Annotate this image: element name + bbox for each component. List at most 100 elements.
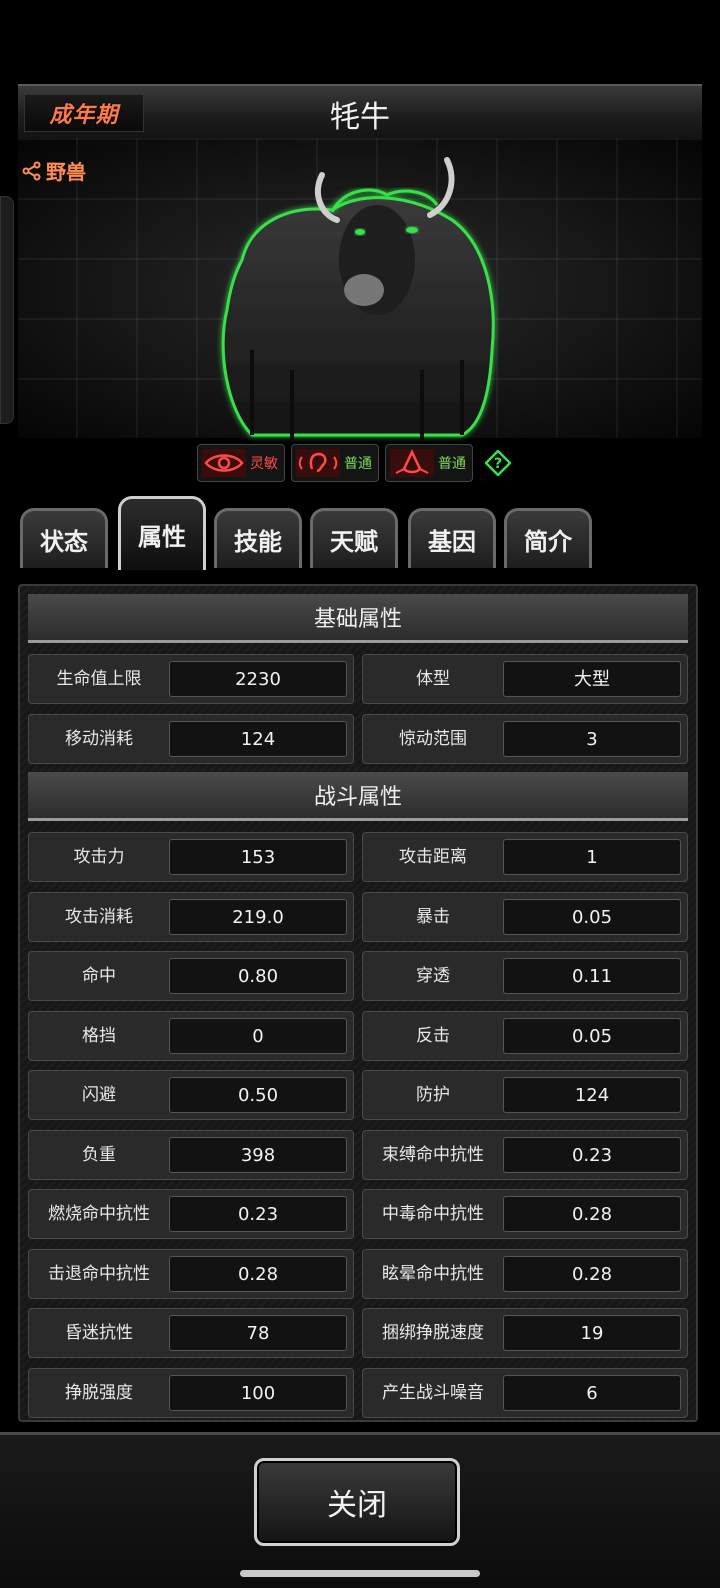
attribute-row: 攻击消耗 219.0 暴击 0.05 [28,891,688,942]
side-drawer-handle[interactable] [0,196,14,424]
sense-sight[interactable]: 灵敏 [197,444,285,482]
section-combat-attributes: 战斗属性 [28,772,688,821]
attribute-label: 产生战斗噪音 [382,1382,484,1403]
attribute-row: 燃烧命中抗性 0.23 中毒命中抗性 0.28 [28,1189,688,1239]
attribute-label: 束缚命中抗性 [382,1144,484,1165]
attribute-label: 昏迷抗性 [65,1323,133,1343]
eye-icon [202,449,246,477]
attribute-row: 攻击力 153 攻击距离 1 [28,832,688,882]
attribute-value: 3 [503,720,681,757]
attribute-label: 攻击力 [73,847,125,867]
attribute-cell: 负重 398 [28,1129,354,1180]
attribute-label: 攻击消耗 [65,906,133,927]
sense-hearing-label: 普通 [344,456,372,472]
question-icon[interactable]: ? [485,450,511,476]
attribute-row: 生命值上限 2230 体型 大型 [28,654,688,704]
attribute-value: 0.28 [503,1255,681,1292]
attribute-cell: 命中 0.80 [28,951,354,1001]
creature-category[interactable]: 野兽 [22,156,86,185]
attribute-value: 2230 [169,661,347,697]
sense-sight-label: 灵敏 [250,456,278,472]
attribute-value: 6 [503,1374,681,1411]
attribute-cell: 反击 0.05 [362,1010,688,1061]
tab-attributes[interactable]: 属性 [118,496,206,570]
attribute-cell: 捆绑挣脱速度 19 [362,1308,688,1358]
attribute-cell: 束缚命中抗性 0.23 [362,1129,688,1180]
attribute-cell: 移动消耗 124 [28,713,354,764]
attribute-row: 负重 398 束缚命中抗性 0.23 [28,1129,688,1180]
attribute-label: 体型 [416,669,450,689]
sense-smell[interactable]: 普通 [385,444,473,482]
attribute-cell: 击退命中抗性 0.28 [28,1248,354,1299]
tab-skills[interactable]: 技能 [214,508,302,568]
attribute-label: 命中 [82,966,116,986]
attribute-cell: 昏迷抗性 78 [28,1308,354,1358]
attribute-cell: 体型 大型 [362,654,688,704]
attribute-value: 0.05 [503,898,681,935]
attribute-label: 中毒命中抗性 [382,1204,484,1224]
attribute-label: 移动消耗 [65,728,133,749]
senses-bar: 灵敏 普通 普通 ? [197,444,511,482]
attribute-label: 穿透 [416,966,450,986]
attribute-label: 捆绑挣脱速度 [382,1323,484,1343]
attribute-label: 击退命中抗性 [48,1263,150,1284]
attribute-label: 暴击 [416,906,450,927]
tab-status[interactable]: 状态 [20,508,108,568]
attribute-value: 219.0 [169,898,347,935]
attribute-label: 惊动范围 [399,728,467,749]
attribute-cell: 暴击 0.05 [362,891,688,942]
attribute-label: 防护 [416,1085,450,1105]
home-indicator[interactable] [240,1570,480,1577]
attribute-row: 挣脱强度 100 产生战斗噪音 6 [28,1367,688,1418]
attribute-value: 0.11 [503,958,681,994]
attribute-value: 153 [169,839,347,875]
sense-smell-label: 普通 [438,456,466,472]
attribute-row: 击退命中抗性 0.28 眩晕命中抗性 0.28 [28,1248,688,1299]
attribute-value: 398 [169,1136,347,1173]
attribute-label: 攻击距离 [399,847,467,867]
attribute-row: 移动消耗 124 惊动范围 3 [28,713,688,764]
attribute-value: 0.80 [169,958,347,994]
tab-intro[interactable]: 简介 [504,508,592,568]
attribute-cell: 防护 124 [362,1070,688,1120]
attribute-value: 1 [503,839,681,875]
attribute-row: 格挡 0 反击 0.05 [28,1010,688,1061]
attribute-cell: 攻击距离 1 [362,832,688,882]
section-basic-attributes: 基础属性 [28,594,688,643]
attribute-value: 78 [169,1315,347,1351]
attribute-cell: 惊动范围 3 [362,713,688,764]
attribute-label: 眩晕命中抗性 [382,1263,484,1284]
attribute-row: 命中 0.80 穿透 0.11 [28,951,688,1001]
creature-name: 牦牛 [330,100,390,135]
attribute-value: 大型 [503,661,681,697]
tab-genes[interactable]: 基因 [408,508,496,568]
attribute-label: 负重 [82,1144,116,1165]
attribute-cell: 生命值上限 2230 [28,654,354,704]
attribute-cell: 产生战斗噪音 6 [362,1367,688,1418]
attribute-value: 0.23 [503,1136,681,1173]
ear-icon [296,449,340,477]
attribute-label: 反击 [416,1025,450,1046]
attribute-value: 19 [503,1315,681,1351]
attributes-panel: 基础属性 生命值上限 2230 体型 大型移动消耗 124 惊动范围 3 战斗属性 攻击力 1… [18,584,698,1422]
attribute-label: 闪避 [82,1085,116,1105]
attribute-row: 闪避 0.50 防护 124 [28,1070,688,1120]
attribute-row: 昏迷抗性 78 捆绑挣脱速度 19 [28,1308,688,1358]
attribute-label: 格挡 [82,1025,116,1046]
tab-talents[interactable]: 天赋 [310,508,398,568]
nose-icon [390,449,434,477]
sense-hearing[interactable]: 普通 [291,444,379,482]
share-icon [22,161,41,180]
attribute-cell: 燃烧命中抗性 0.23 [28,1189,354,1239]
tab-bar: 状态 属性 技能 天赋 基因 简介 [18,494,702,570]
attribute-cell: 攻击力 153 [28,832,354,882]
attribute-value: 0.50 [169,1077,347,1113]
category-label: 野兽 [46,160,86,184]
attribute-value: 124 [503,1077,681,1113]
attribute-value: 124 [169,720,347,757]
close-button[interactable]: 关闭 [254,1458,460,1546]
attribute-value: 0 [169,1017,347,1054]
attribute-label: 燃烧命中抗性 [48,1204,150,1224]
attribute-cell: 眩晕命中抗性 0.28 [362,1248,688,1299]
attribute-label: 挣脱强度 [65,1382,133,1403]
